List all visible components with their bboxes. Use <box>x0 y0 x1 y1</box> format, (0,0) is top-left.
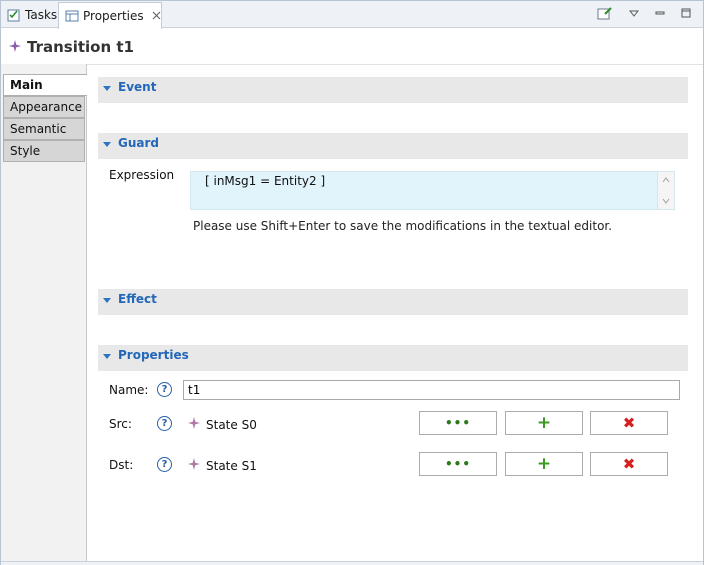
nav-item-label: Main <box>10 78 43 92</box>
properties-view: Tasks Properties Transition t1 Main Appe… <box>0 0 704 565</box>
tab-tasks[interactable]: Tasks <box>1 2 58 28</box>
section-event-title: Event <box>118 80 157 94</box>
property-tabs: Main Appearance Semantic Style <box>1 64 87 561</box>
section-guard[interactable]: Guard <box>98 133 688 159</box>
src-value-text: State S0 <box>206 417 257 432</box>
browse-icon: ••• <box>444 416 471 430</box>
help-icon[interactable]: ? <box>157 416 172 431</box>
view-menu-icon[interactable] <box>628 8 640 21</box>
view-tab-strip: Tasks Properties <box>1 1 703 29</box>
expression-text[interactable]: [ inMsg1 = Entity2 ] <box>205 174 325 188</box>
add-icon: + <box>536 453 552 474</box>
nav-item-label: Semantic <box>10 122 67 136</box>
expression-hint: Please use Shift+Enter to save the modif… <box>193 219 613 233</box>
help-icon[interactable]: ? <box>157 382 172 397</box>
view-toolbar <box>597 6 691 23</box>
expression-editor[interactable]: [ inMsg1 = Entity2 ] <box>190 171 675 210</box>
close-icon[interactable] <box>152 9 161 23</box>
section-guard-title: Guard <box>118 136 159 150</box>
section-effect-title: Effect <box>118 292 157 306</box>
src-label: Src: <box>109 417 132 431</box>
title-divider <box>1 64 703 65</box>
nav-item-label: Style <box>10 144 41 158</box>
help-icon[interactable]: ? <box>157 457 172 472</box>
section-properties-header[interactable]: Properties <box>103 348 189 362</box>
nav-item-style[interactable]: Style <box>3 140 85 162</box>
page-title: Transition t1 <box>9 38 134 56</box>
dst-value-text: State S1 <box>206 458 257 473</box>
twistie-icon <box>103 86 111 94</box>
twistie-icon <box>103 142 111 150</box>
tasks-icon <box>7 8 21 22</box>
expression-label: Expression <box>109 168 175 182</box>
name-label: Name: <box>109 383 149 397</box>
section-properties-title: Properties <box>118 348 189 362</box>
src-remove-button[interactable]: ✖ <box>590 411 668 435</box>
page-title-text: Transition t1 <box>27 38 134 56</box>
expression-scrollbar[interactable] <box>657 172 674 209</box>
dst-remove-button[interactable]: ✖ <box>590 452 668 476</box>
section-effect[interactable]: Effect <box>98 289 688 315</box>
tab-tasks-label: Tasks <box>25 8 58 22</box>
tab-properties[interactable]: Properties <box>58 2 162 29</box>
maximize-icon[interactable] <box>681 8 691 21</box>
section-event-header[interactable]: Event <box>103 80 156 94</box>
remove-icon: ✖ <box>622 454 636 473</box>
twistie-icon <box>103 298 111 306</box>
scroll-down-icon[interactable] <box>662 197 670 205</box>
nav-item-semantic[interactable]: Semantic <box>3 118 85 140</box>
remove-icon: ✖ <box>622 413 636 432</box>
section-properties[interactable]: Properties <box>98 345 688 371</box>
transition-icon <box>9 38 21 56</box>
section-guard-header[interactable]: Guard <box>103 136 159 150</box>
dst-browse-button[interactable]: ••• <box>419 452 497 476</box>
add-icon: + <box>536 412 552 433</box>
bottom-border <box>1 561 703 565</box>
tab-properties-label: Properties <box>83 9 144 23</box>
properties-icon <box>65 9 79 23</box>
dst-label: Dst: <box>109 458 134 472</box>
src-value: State S0 <box>188 417 257 432</box>
section-event[interactable]: Event <box>98 77 688 103</box>
scroll-up-icon[interactable] <box>662 176 670 184</box>
pin-editor-icon[interactable] <box>597 6 613 23</box>
state-icon <box>188 417 200 432</box>
nav-item-main[interactable]: Main <box>3 74 87 96</box>
nav-item-appearance[interactable]: Appearance <box>3 96 85 118</box>
twistie-icon <box>103 354 111 362</box>
section-effect-header[interactable]: Effect <box>103 292 157 306</box>
browse-icon: ••• <box>444 457 471 471</box>
state-icon <box>188 458 200 473</box>
dst-add-button[interactable]: + <box>505 452 583 476</box>
src-browse-button[interactable]: ••• <box>419 411 497 435</box>
dst-value: State S1 <box>188 458 257 473</box>
nav-item-label: Appearance <box>10 100 83 114</box>
name-input[interactable]: t1 <box>183 380 680 400</box>
minimize-icon[interactable] <box>655 8 665 21</box>
src-add-button[interactable]: + <box>505 411 583 435</box>
